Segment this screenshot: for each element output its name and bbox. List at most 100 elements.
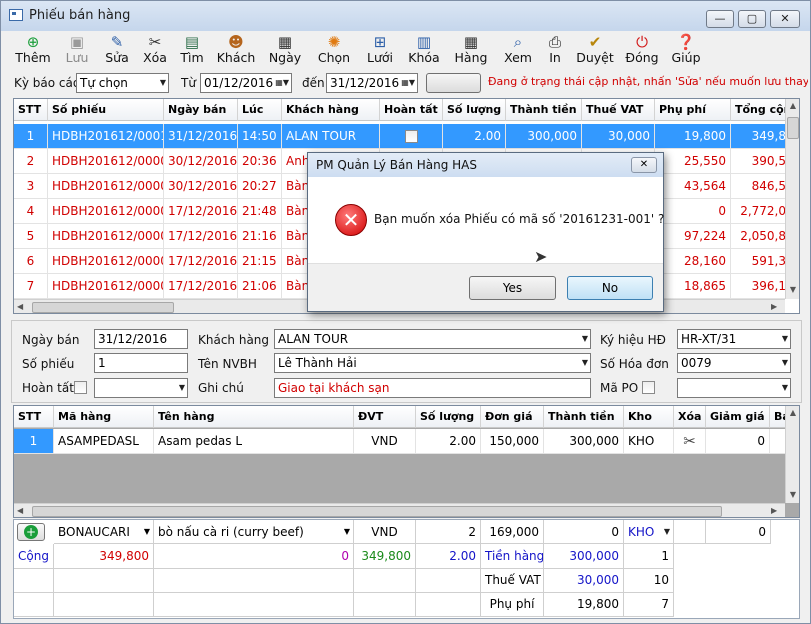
invoice-number-select[interactable]: 0079 ▼ — [677, 353, 791, 373]
invoice-header-0[interactable]: STT — [14, 99, 48, 121]
detail-cell[interactable]: 0 — [706, 429, 770, 454]
completed-checkbox[interactable] — [404, 130, 418, 143]
detail-horizontal-scrollbar[interactable]: ◀ ▶ — [14, 503, 785, 517]
vat-rate[interactable]: 10 — [624, 568, 674, 593]
invoice-cell[interactable]: 30/12/2016 — [164, 174, 238, 199]
detail-cell[interactable]: Asam pedas L — [154, 429, 354, 454]
maximize-button[interactable]: ▢ — [738, 10, 766, 28]
scroll-thumb[interactable] — [32, 302, 174, 313]
invoice-cell[interactable]: 20:36 — [238, 149, 282, 174]
salesperson-select[interactable]: Lê Thành Hải ▼ — [274, 353, 591, 373]
toolbar-button-12[interactable]: ⎙ In — [539, 33, 571, 69]
entry-discount[interactable]: 0 — [706, 520, 771, 544]
toolbar-button-13[interactable]: ✔ Duyệt — [569, 33, 621, 69]
receipt-number-field[interactable]: 1 — [94, 353, 188, 373]
entry-quantity[interactable]: 2 — [416, 520, 481, 544]
toolbar-button-2[interactable]: ✎ Sửa — [97, 33, 137, 69]
invoice-cell[interactable]: 4 — [14, 199, 48, 224]
detail-header-3[interactable]: ĐVT — [354, 406, 416, 428]
toolbar-button-14[interactable]: ⏻ Đóng — [618, 33, 666, 69]
delete-line-icon[interactable]: ✂ — [674, 429, 706, 454]
detail-cell[interactable]: 150,000 — [481, 429, 544, 454]
from-date-picker[interactable]: 01/12/2016 ▦▼ — [200, 73, 292, 93]
scroll-up-icon[interactable]: ▲ — [786, 101, 799, 110]
invoice-cell[interactable]: 17/12/2016 — [164, 199, 238, 224]
detail-header-1[interactable]: Mã hàng — [54, 406, 154, 428]
toolbar-button-5[interactable]: ☻ Khách — [214, 33, 258, 69]
po-select[interactable]: ▼ — [677, 378, 791, 398]
invoice-cell[interactable]: 300,000 — [506, 124, 582, 149]
surcharge-rate[interactable]: 7 — [624, 592, 674, 617]
toolbar-button-10[interactable]: ▦ Hàng — [448, 33, 494, 69]
minimize-button[interactable]: — — [706, 10, 734, 28]
toolbar-button-15[interactable]: ❓ Giúp — [664, 33, 708, 69]
dialog-close-button[interactable]: ✕ — [631, 157, 657, 173]
detail-header-6[interactable]: Thành tiền — [544, 406, 624, 428]
toolbar-button-11[interactable]: ⌕ Xem — [495, 33, 541, 69]
invoice-cell[interactable]: 6 — [14, 249, 48, 274]
invoice-cell[interactable]: 390,5 — [731, 149, 791, 174]
detail-header-2[interactable]: Tên hàng — [154, 406, 354, 428]
invoice-cell[interactable]: 17/12/2016 — [164, 224, 238, 249]
detail-cell[interactable]: ASAMPEDASL — [54, 429, 154, 454]
entry-unit-price[interactable]: 169,000 — [481, 520, 544, 544]
scroll-down-icon[interactable]: ▼ — [786, 285, 799, 294]
entry-product-code[interactable]: BONAUCARI ▼ — [54, 520, 154, 544]
invoice-cell[interactable]: 21:48 — [238, 199, 282, 224]
invoice-cell[interactable]: 2,050,8 — [731, 224, 791, 249]
invoice-header-6[interactable]: Số lượng — [443, 99, 506, 121]
invoice-cell[interactable]: 28,160 — [655, 249, 731, 274]
invoice-cell[interactable]: 31/12/2016 — [164, 124, 238, 149]
invoice-cell[interactable]: 5 — [14, 224, 48, 249]
toolbar-button-1[interactable]: ▣ Lưu — [59, 33, 95, 69]
entry-unit[interactable]: VND — [354, 520, 416, 544]
toolbar-button-4[interactable]: ▤ Tìm — [172, 33, 212, 69]
invoice-cell[interactable]: 2,772,0 — [731, 199, 791, 224]
invoice-header-10[interactable]: Tổng cộng — [731, 99, 791, 121]
invoice-cell[interactable]: HDBH201612/0000 — [48, 199, 164, 224]
detail-cell[interactable]: 2.00 — [416, 429, 481, 454]
po-checkbox[interactable] — [642, 381, 655, 394]
invoice-header-9[interactable]: Phụ phí — [655, 99, 731, 121]
invoice-header-5[interactable]: Hoàn tất — [380, 99, 443, 121]
detail-header-8[interactable]: Xóa — [674, 406, 706, 428]
add-line-button[interactable]: + — [17, 523, 45, 541]
toolbar-button-7[interactable]: ✺ Chọn — [313, 33, 355, 69]
detail-cell[interactable]: 300,000 — [544, 429, 624, 454]
invoice-symbol-select[interactable]: HR-XT/31 ▼ — [677, 329, 791, 349]
scroll-right-icon[interactable]: ▶ — [771, 302, 777, 311]
invoice-cell[interactable]: 18,865 — [655, 274, 731, 299]
scroll-left-icon[interactable]: ◀ — [17, 302, 23, 311]
invoice-cell[interactable]: 21:16 — [238, 224, 282, 249]
invoice-cell[interactable]: 25,550 — [655, 149, 731, 174]
toolbar-button-3[interactable]: ✂ Xóa — [134, 33, 176, 69]
invoice-cell[interactable]: 591,3 — [731, 249, 791, 274]
invoice-cell[interactable]: 17/12/2016 — [164, 249, 238, 274]
invoice-cell[interactable]: HDBH201612/0000 — [48, 149, 164, 174]
yes-button[interactable]: Yes — [469, 276, 556, 300]
scroll-left-icon[interactable]: ◀ — [17, 506, 23, 515]
invoice-cell[interactable]: 2.00 — [443, 124, 506, 149]
detail-header-9[interactable]: Giảm giá — [706, 406, 770, 428]
close-window-button[interactable]: ✕ — [770, 10, 800, 28]
invoice-cell[interactable]: 97,224 — [655, 224, 731, 249]
toolbar-button-8[interactable]: ⊞ Lưới — [359, 33, 401, 69]
completed-checkbox[interactable] — [74, 381, 87, 394]
invoice-header-7[interactable]: Thành tiền — [506, 99, 582, 121]
detail-cell[interactable]: KHO — [624, 429, 674, 454]
invoice-cell[interactable]: HDBH201612/0000 — [48, 274, 164, 299]
invoice-cell[interactable]: 19,800 — [655, 124, 731, 149]
completed-select[interactable]: ▼ — [94, 378, 188, 398]
note-field[interactable]: Giao tại khách sạn — [274, 378, 591, 398]
invoice-cell[interactable]: 30/12/2016 — [164, 149, 238, 174]
invoice-cell[interactable]: 21:15 — [238, 249, 282, 274]
apply-filter-button[interactable] — [426, 73, 481, 93]
toolbar-button-9[interactable]: ▥ Khóa — [403, 33, 445, 69]
customer-select[interactable]: ALAN TOUR ▼ — [274, 329, 591, 349]
invoice-cell[interactable]: 21:06 — [238, 274, 282, 299]
invoice-header-2[interactable]: Ngày bán — [164, 99, 238, 121]
detail-header-0[interactable]: STT — [14, 406, 54, 428]
scroll-thumb[interactable] — [787, 117, 799, 139]
to-date-picker[interactable]: 31/12/2016 ▦▼ — [326, 73, 418, 93]
invoice-cell[interactable]: 2 — [14, 149, 48, 174]
